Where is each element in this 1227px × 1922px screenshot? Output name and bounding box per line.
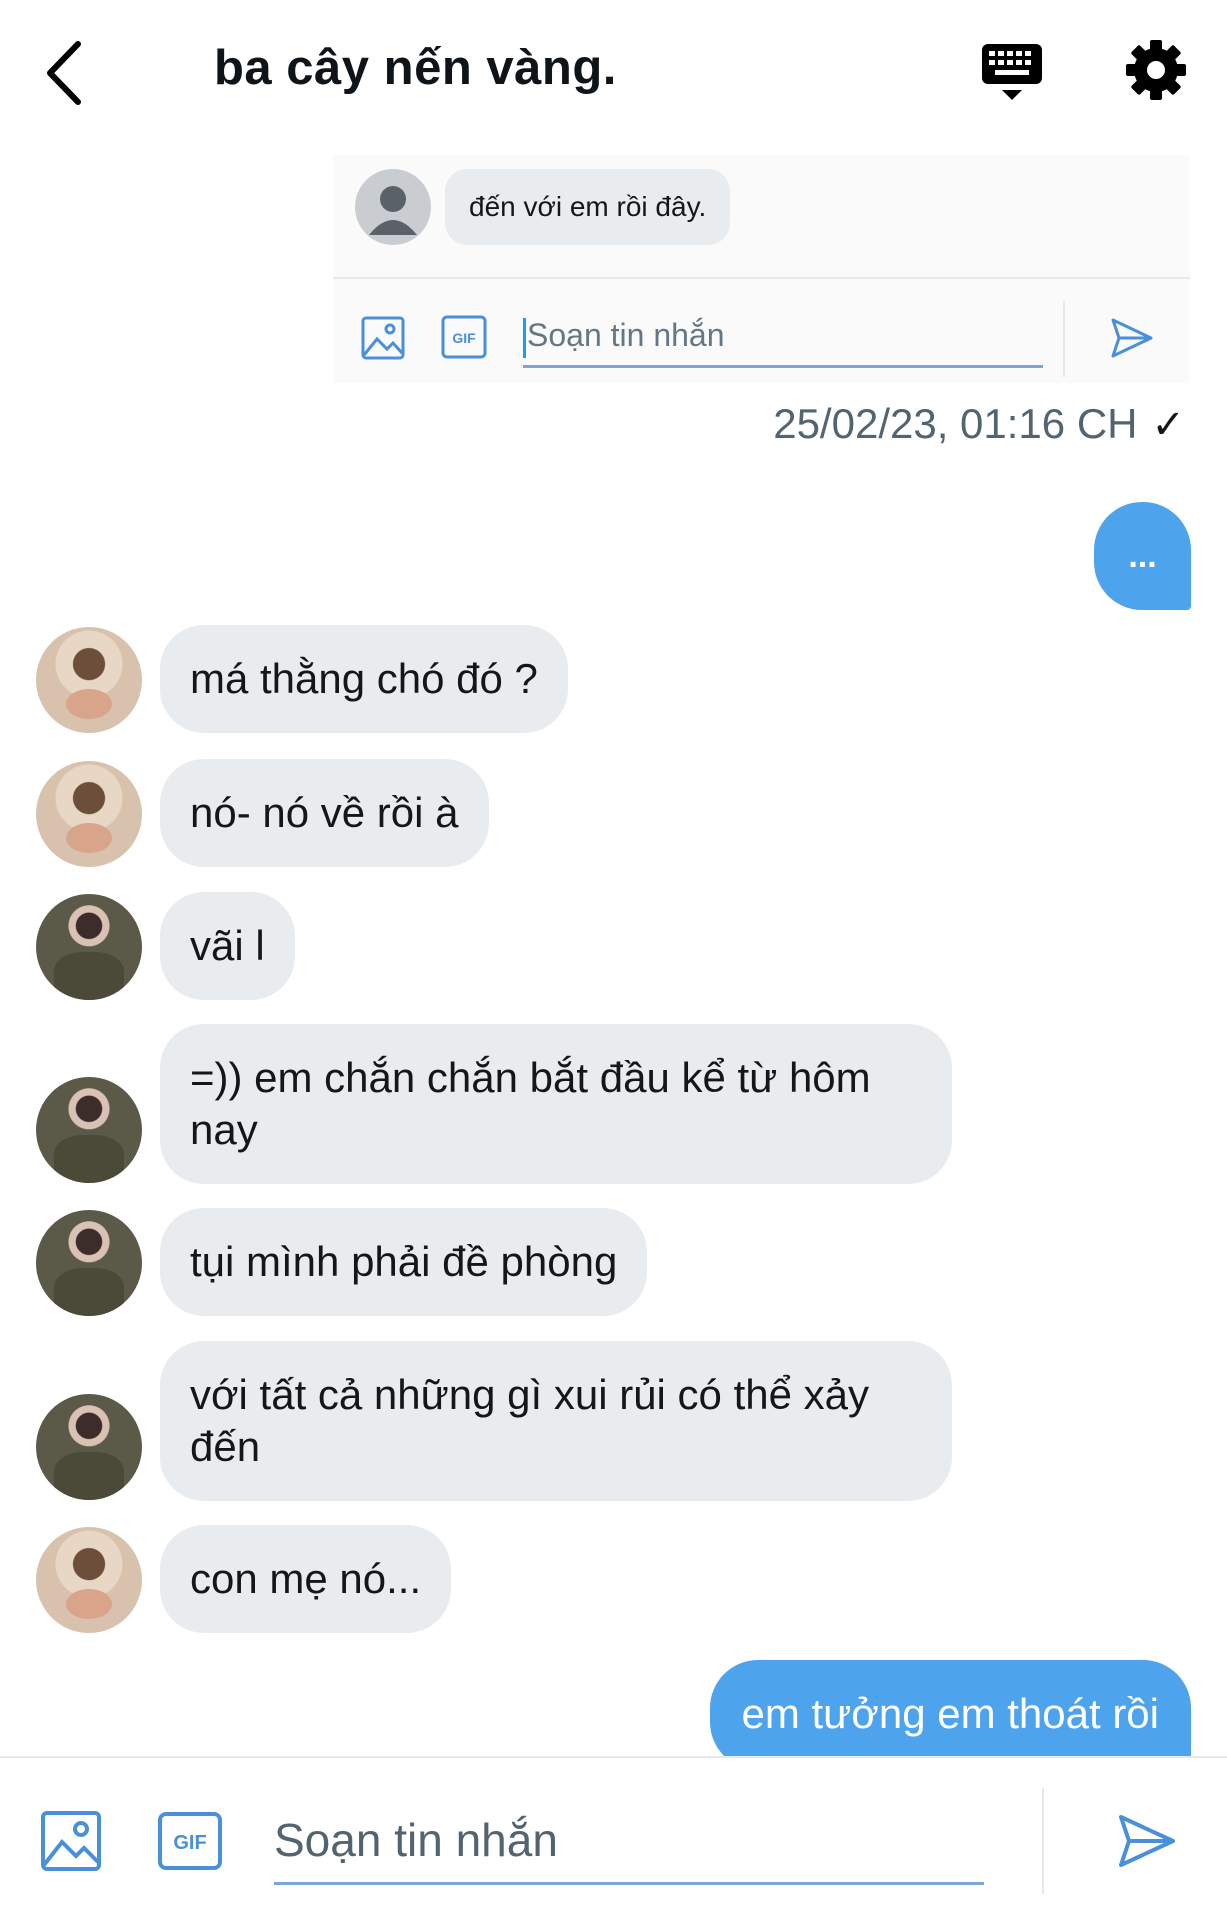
embedded-chat-preview[interactable]: đến với em rồi đây. GIF Soạn tin nhắn [333,155,1190,383]
compose-bar: GIF Soạn tin nhắn [0,1756,1227,1922]
timestamp-text: 25/02/23, 01:16 CH [773,400,1138,447]
image-icon[interactable] [40,1810,102,1872]
separator [1042,1788,1044,1894]
default-avatar [355,169,431,245]
avatar[interactable] [36,627,142,733]
separator [1063,301,1065,377]
avatar[interactable] [36,761,142,867]
avatar[interactable] [36,1210,142,1316]
embedded-compose-placeholder: Soạn tin nhắn [527,317,725,353]
send-icon [1111,318,1153,358]
message-timestamp: 25/02/23, 01:16 CH ✓ [773,400,1185,448]
typing-indicator-bubble[interactable]: ... [1094,502,1191,610]
message-bubble[interactable]: tụi mình phải đề phòng [160,1208,648,1316]
message-bubble[interactable]: =)) em chắn chắn bắt đầu kể từ hôm nay [160,1024,952,1184]
embedded-compose-input: Soạn tin nhắn [523,305,1043,368]
message-bubble[interactable]: vãi l [160,892,295,1000]
sent-message-bubble[interactable]: em tưởng em thoát rồi [709,1660,1191,1770]
message-bubble[interactable]: má thằng chó đó ? [160,625,568,733]
conversation-title: ba cây nến vàng. [214,41,617,95]
checkmark-icon: ✓ [1151,403,1185,447]
message-bubble[interactable]: nó- nó về rồi à [160,759,489,867]
avatar[interactable] [36,1527,142,1633]
gif-label: GIF [173,1832,206,1854]
keyboard-icon[interactable] [980,40,1044,104]
send-icon[interactable] [1116,1810,1178,1872]
message-bubble[interactable]: con mẹ nó... [160,1525,452,1633]
gif-label: GIF [452,330,476,346]
avatar[interactable] [36,1394,142,1500]
gif-icon: GIF [441,315,487,359]
chat-header: ba cây nến vàng. [0,0,1227,140]
image-icon [361,316,405,360]
message-bubble[interactable]: với tất cả những gì xui rủi có thể xảy đ… [160,1341,952,1501]
avatar[interactable] [36,894,142,1000]
text-cursor [523,317,526,358]
back-arrow-icon[interactable] [40,38,90,108]
avatar[interactable] [36,1077,142,1183]
gif-icon[interactable]: GIF [158,1812,222,1870]
embedded-message-bubble: đến với em rồi đây. [445,169,731,245]
gear-icon[interactable] [1124,38,1188,102]
message-input[interactable]: Soạn tin nhắn [274,1798,984,1885]
divider [333,277,1190,279]
